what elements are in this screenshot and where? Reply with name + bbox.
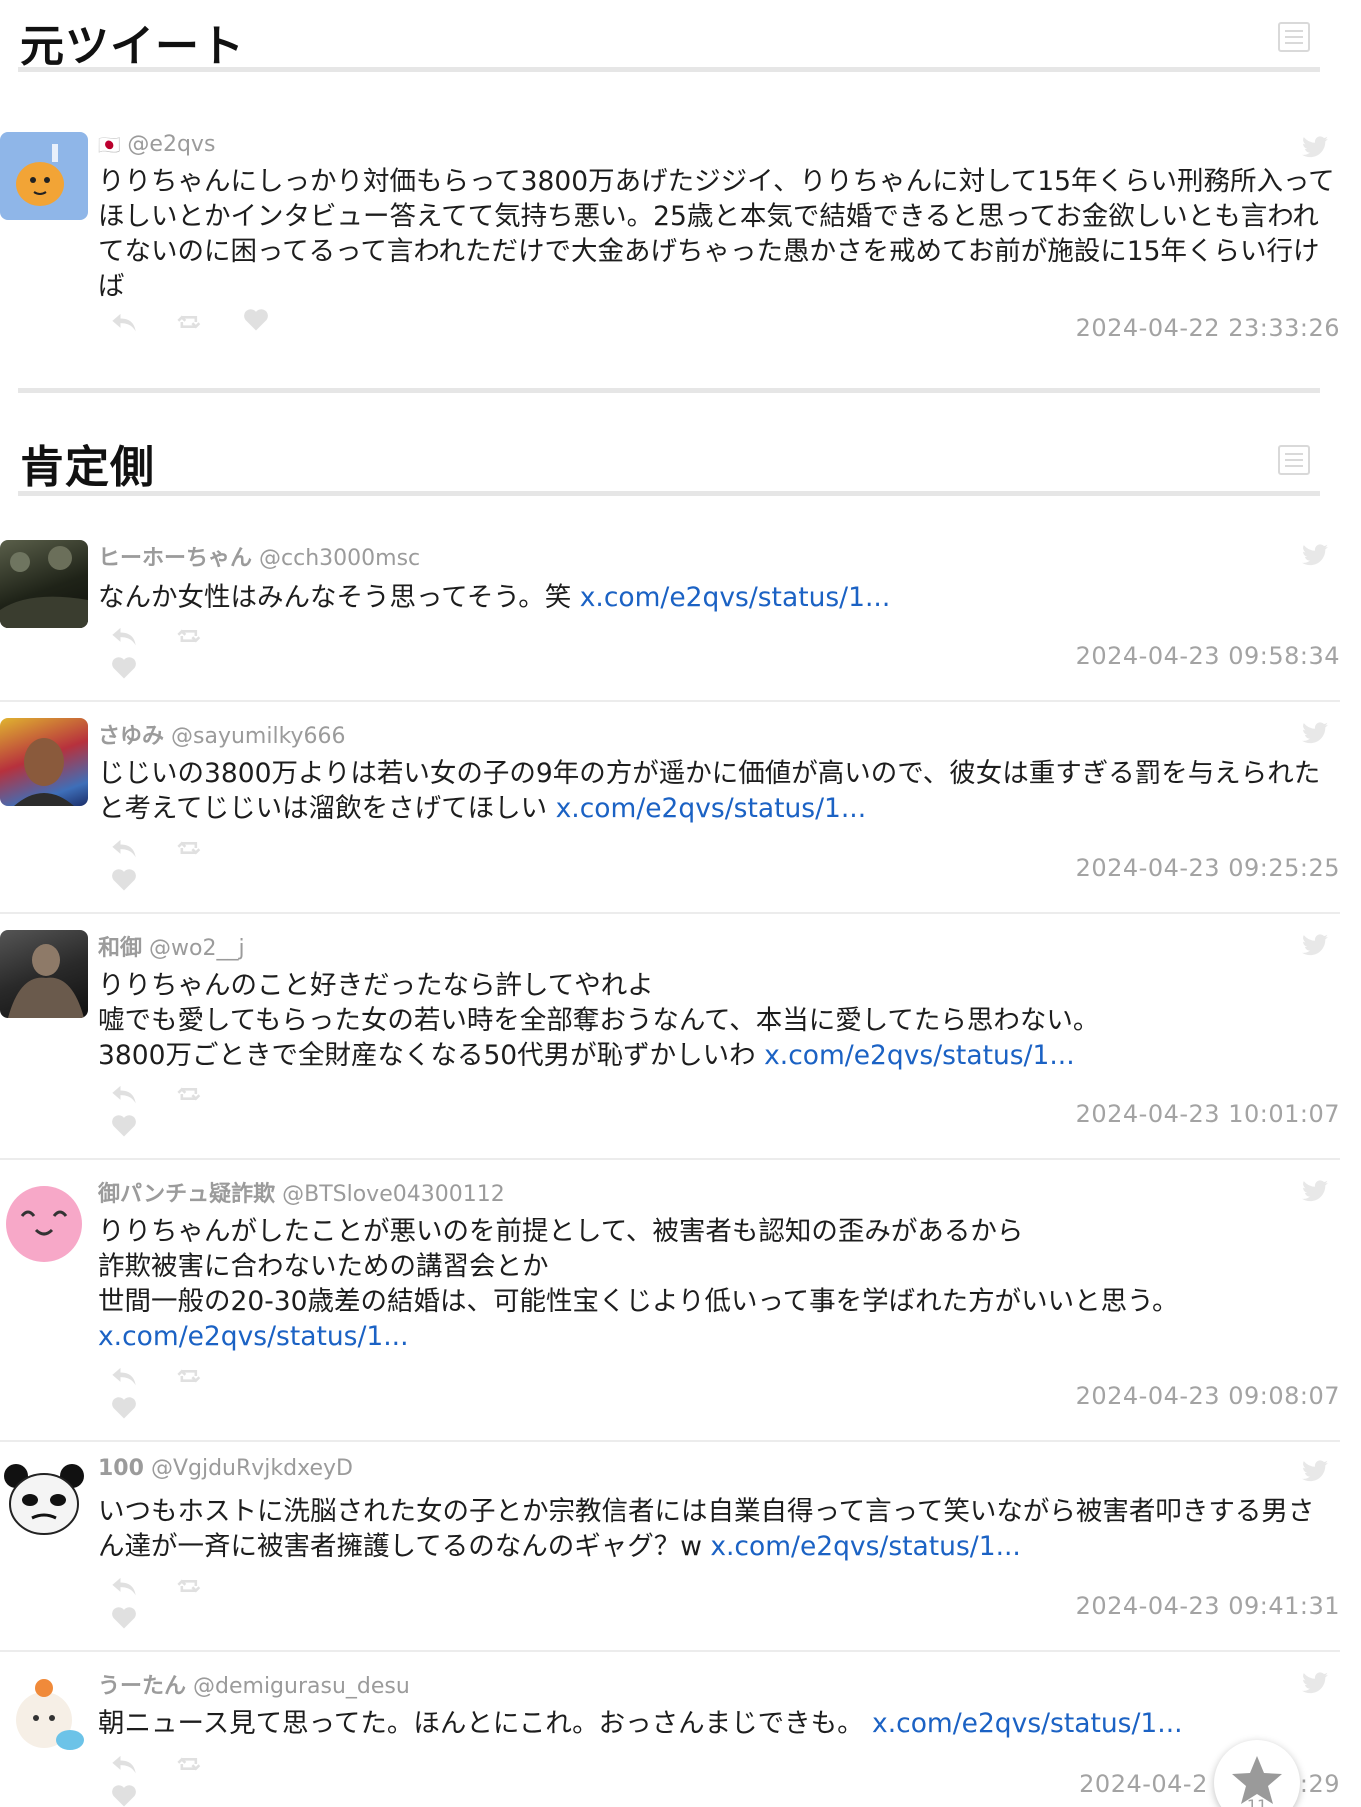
retweet-icon[interactable] <box>176 310 204 334</box>
retweet-icon[interactable] <box>176 836 204 860</box>
avatar[interactable] <box>0 718 88 806</box>
twitter-bird-icon[interactable] <box>1302 1180 1328 1202</box>
reply-icon[interactable] <box>110 836 138 860</box>
tweet-text: じじいの3800万よりは若い女の子の9年の方が遥かに価値が高いので、彼女は重すぎ… <box>98 758 1321 824</box>
timestamp[interactable]: 2024-04-23 09:41:31 <box>1076 1592 1340 1620</box>
tweet-link[interactable]: x.com/e2qvs/status/1... <box>98 1321 409 1352</box>
timestamp[interactable]: 2024-04-23 09:25:25 <box>1076 854 1340 882</box>
reply-tweet: 和御 @wo2__j りりちゃんのこと好きだったなら許してやれよ 嘘でも愛しても… <box>0 930 1340 1160</box>
retweet-icon[interactable] <box>176 1364 204 1388</box>
like-icon[interactable] <box>110 1114 138 1138</box>
twitter-bird-icon[interactable] <box>1302 544 1328 566</box>
reply-icon[interactable] <box>110 1752 138 1776</box>
reply-icon[interactable] <box>110 624 138 648</box>
reply-icon[interactable] <box>110 1082 138 1106</box>
tweet-text: りりちゃんにしっかり対価もらって3800万あげたジジイ、りりちゃんに対して15年… <box>98 166 1335 302</box>
display-name[interactable]: 100 <box>98 1456 144 1481</box>
tweet-handle[interactable]: @cch3000msc <box>259 546 420 571</box>
twitter-bird-icon[interactable] <box>1302 1672 1328 1694</box>
timestamp[interactable]: 2024-04-2:29 <box>1079 1770 1340 1798</box>
tweet-handle[interactable]: @wo2__j <box>149 936 245 961</box>
reply-icon[interactable] <box>110 1574 138 1598</box>
reply-tweet: 100 @VgjduRvjkdxeyD いつもホストに洗脳された女の子とか宗教信… <box>0 1456 1340 1652</box>
tweet-handle[interactable]: @BTSlove04300112 <box>282 1182 505 1207</box>
reply-tweet: ヒーホーちゃん @cch3000msc なんか女性はみんなそう思ってそう。笑 x… <box>0 540 1340 702</box>
display-name[interactable]: うーたん <box>98 1674 186 1699</box>
list-icon[interactable] <box>1278 445 1310 475</box>
tweet-header: 御パンチュ疑詐欺 @BTSlove04300112 <box>98 1176 505 1208</box>
retweet-icon[interactable] <box>176 624 204 648</box>
tweet-handle[interactable]: @demigurasu_desu <box>193 1674 410 1699</box>
display-name[interactable]: さゆみ <box>98 724 164 749</box>
like-icon[interactable] <box>242 308 270 332</box>
avatar[interactable] <box>0 1668 88 1756</box>
tweet-link[interactable]: x.com/e2qvs/status/1... <box>764 1040 1075 1071</box>
reply-tweet: うーたん @demigurasu_desu 朝ニュース見て思ってた。ほんとにこれ… <box>0 1668 1340 1807</box>
like-icon[interactable] <box>110 656 138 680</box>
tweet-text: 朝ニュース見て思ってた。ほんとにこれ。おっさんまじできも。 x.com/e2qv… <box>98 1708 1183 1739</box>
tweet-link[interactable]: x.com/e2qvs/status/1... <box>872 1708 1183 1739</box>
like-icon[interactable] <box>110 868 138 892</box>
favorite-fab-button[interactable]: 11 <box>1214 1740 1300 1807</box>
avatar[interactable] <box>0 930 88 1018</box>
avatar[interactable] <box>0 540 88 628</box>
reply-tweet: さゆみ @sayumilky666 じじいの3800万よりは若い女の子の9年の方… <box>0 718 1340 914</box>
display-name[interactable]: ヒーホーちゃん <box>98 546 252 571</box>
like-icon[interactable] <box>110 1784 138 1807</box>
retweet-icon[interactable] <box>176 1082 204 1106</box>
retweet-icon[interactable] <box>176 1574 204 1598</box>
tweet-link[interactable]: x.com/e2qvs/status/1... <box>580 582 891 613</box>
tweet-text: りりちゃんがしたことが悪いのを前提として、被害者も認知の歪みがあるから 詐欺被害… <box>98 1216 1179 1352</box>
tweet-header: 100 @VgjduRvjkdxeyD <box>98 1456 353 1481</box>
tweet-header: さゆみ @sayumilky666 <box>98 718 346 750</box>
reply-icon[interactable] <box>110 1364 138 1388</box>
reply-tweet: 御パンチュ疑詐欺 @BTSlove04300112 りりちゃんがしたことが悪いの… <box>0 1176 1340 1442</box>
display-name[interactable]: 和御 <box>98 936 142 961</box>
tweet-text: いつもホストに洗脳された女の子とか宗教信者には自業自得って言って笑いながら被害者… <box>98 1496 1315 1562</box>
list-icon[interactable] <box>1278 22 1310 52</box>
timestamp[interactable]: 2024-04-22 23:33:26 <box>1076 314 1340 342</box>
tweet-link[interactable]: x.com/e2qvs/status/1... <box>556 793 867 824</box>
tweet-header: うーたん @demigurasu_desu <box>98 1668 410 1700</box>
retweet-icon[interactable] <box>176 1752 204 1776</box>
display-name[interactable]: 御パンチュ疑詐欺 <box>98 1182 275 1207</box>
twitter-bird-icon[interactable] <box>1302 1460 1328 1482</box>
tweet-header: ヒーホーちゃん @cch3000msc <box>98 540 420 572</box>
favorite-count: 11 <box>1246 1796 1268 1807</box>
like-icon[interactable] <box>110 1396 138 1420</box>
twitter-bird-icon[interactable] <box>1302 136 1328 158</box>
avatar[interactable] <box>0 1456 88 1544</box>
section-header-affirm: 肯定側 <box>18 388 1320 496</box>
like-icon[interactable] <box>110 1606 138 1630</box>
section-title: 元ツイート <box>20 21 245 72</box>
timestamp[interactable]: 2024-04-23 09:08:07 <box>1076 1382 1340 1410</box>
tweet-link[interactable]: x.com/e2qvs/status/1... <box>710 1531 1021 1562</box>
tweet-handle[interactable]: @VgjduRvjkdxeyD <box>151 1456 353 1481</box>
avatar[interactable] <box>0 1176 88 1264</box>
original-tweet: 🇯🇵 @e2qvs りりちゃんにしっかり対価もらって3800万あげたジジイ、りり… <box>0 132 1340 382</box>
section-header-original: 元ツイート <box>18 0 1320 72</box>
tweet-text: なんか女性はみんなそう思ってそう。笑 x.com/e2qvs/status/1.… <box>98 582 891 613</box>
tweet-header: 和御 @wo2__j <box>98 930 245 962</box>
flag-icon: 🇯🇵 <box>98 135 121 156</box>
tweet-handle[interactable]: @sayumilky666 <box>171 724 346 749</box>
tweet-handle[interactable]: @e2qvs <box>127 132 215 157</box>
section-title: 肯定側 <box>20 442 155 493</box>
timestamp[interactable]: 2024-04-23 09:58:34 <box>1076 642 1340 670</box>
reply-icon[interactable] <box>110 310 138 334</box>
avatar[interactable] <box>0 132 88 220</box>
twitter-bird-icon[interactable] <box>1302 934 1328 956</box>
timestamp[interactable]: 2024-04-23 10:01:07 <box>1076 1100 1340 1128</box>
twitter-bird-icon[interactable] <box>1302 722 1328 744</box>
tweet-header: 🇯🇵 @e2qvs <box>98 132 215 157</box>
tweet-text: りりちゃんのこと好きだったなら許してやれよ 嘘でも愛してもらった女の若い時を全部… <box>98 970 1100 1071</box>
